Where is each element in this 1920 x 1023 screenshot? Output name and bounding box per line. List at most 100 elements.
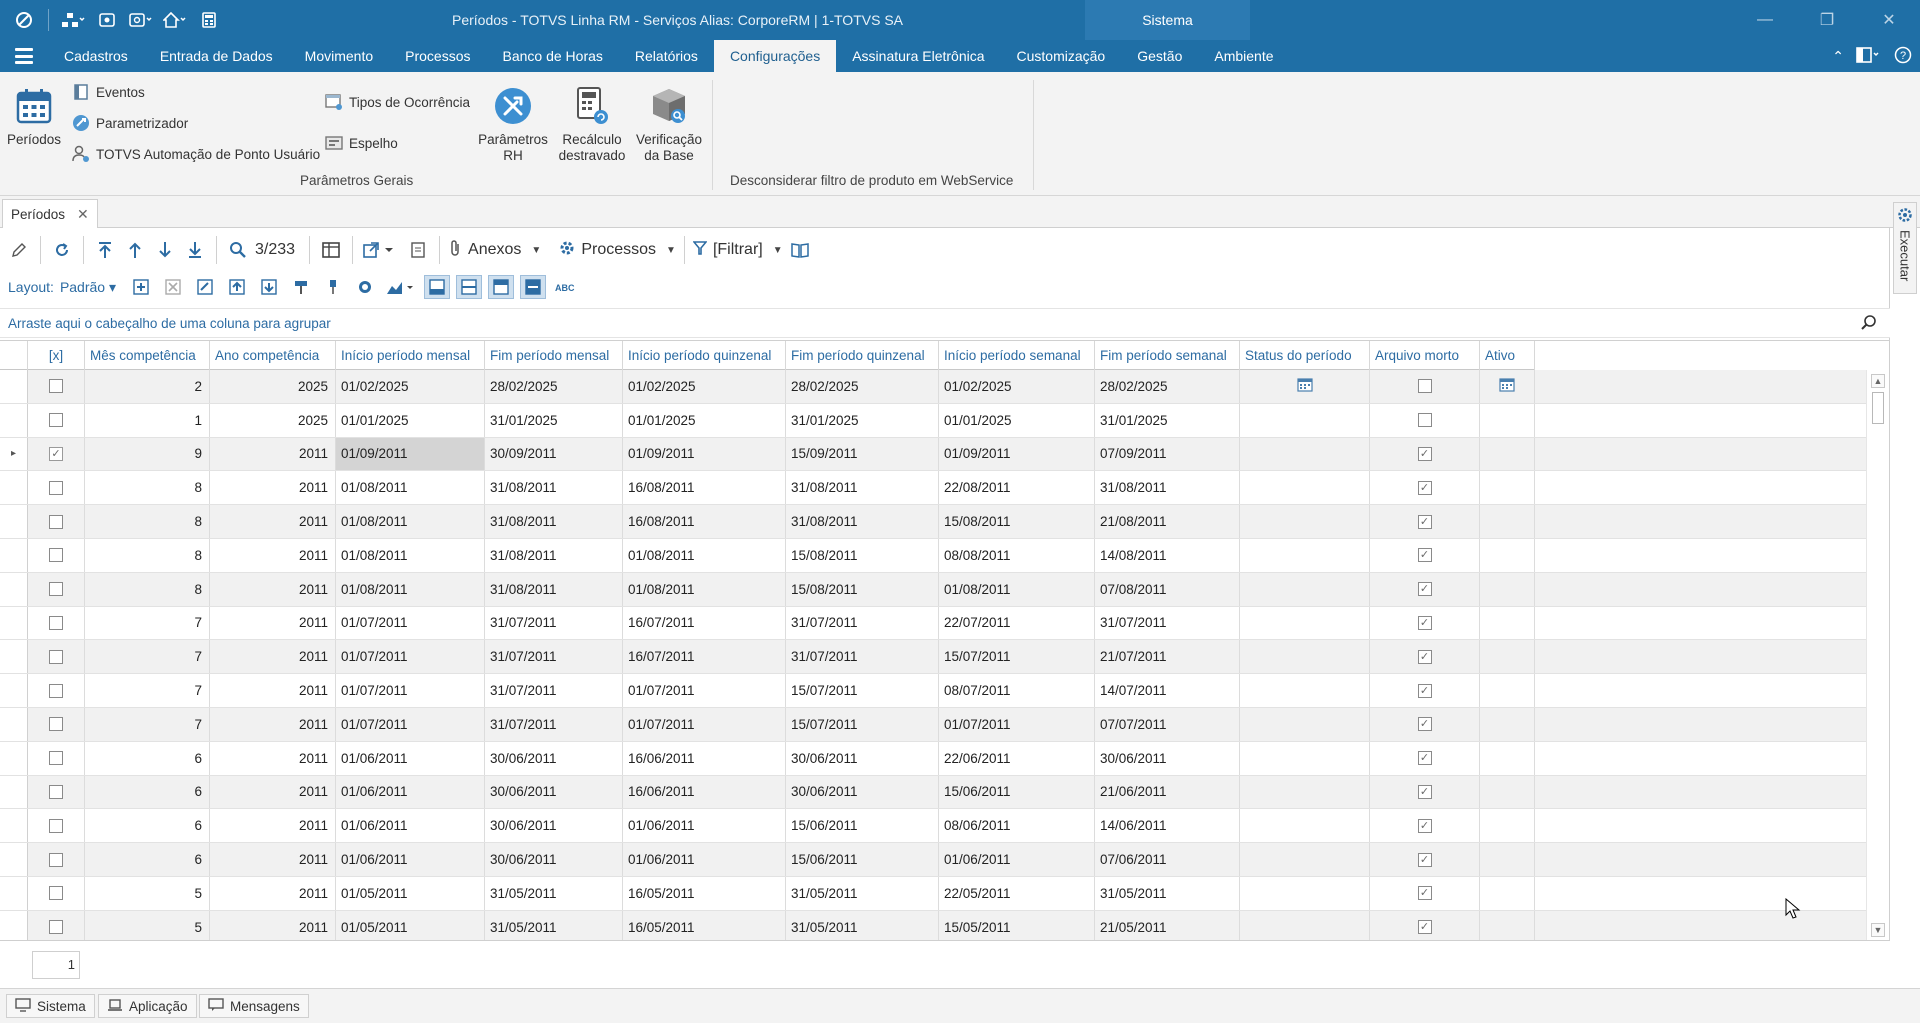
table-row[interactable]: 7 2011 01/07/2011 31/07/2011 01/07/2011 15/07… bbox=[0, 707, 1866, 742]
add-layout-icon[interactable] bbox=[128, 275, 154, 299]
table-row[interactable]: 8 2011 01/08/2011 31/08/2011 01/08/2011 15/08… bbox=[0, 572, 1866, 607]
row-select-checkbox[interactable] bbox=[49, 717, 63, 732]
row-indicator[interactable] bbox=[0, 843, 28, 876]
layout-middle-icon[interactable] bbox=[520, 275, 547, 299]
cell-arquivo-morto[interactable]: ✓ bbox=[1370, 674, 1480, 707]
arquivo-morto-checkbox[interactable]: ✓ bbox=[1417, 818, 1432, 833]
row-select-checkbox[interactable] bbox=[49, 379, 63, 394]
row-indicator[interactable] bbox=[0, 674, 28, 707]
column-header-ano-competencia[interactable]: Ano competência bbox=[210, 341, 336, 370]
scroll-up-icon[interactable]: ▲ bbox=[1871, 374, 1885, 388]
column-header-inicio-quinzenal[interactable]: Início período quinzenal bbox=[623, 341, 786, 370]
arquivo-morto-checkbox[interactable]: ✓ bbox=[1417, 717, 1432, 732]
cell-arquivo-morto[interactable]: ✓ bbox=[1370, 843, 1480, 876]
tab-cadastros[interactable]: Cadastros bbox=[48, 40, 144, 72]
search-icon[interactable] bbox=[225, 237, 251, 263]
row-select-checkbox[interactable] bbox=[49, 615, 63, 630]
arquivo-morto-checkbox[interactable]: ✓ bbox=[1417, 582, 1432, 597]
arquivo-morto-checkbox[interactable]: ✓ bbox=[1417, 480, 1432, 495]
row-indicator[interactable] bbox=[0, 370, 28, 403]
import-layout-icon[interactable] bbox=[224, 275, 250, 299]
cell-inicio-mensal[interactable]: 01/02/2025 bbox=[336, 370, 485, 403]
help-icon[interactable]: ? bbox=[1894, 46, 1912, 67]
processos-dropdown[interactable]: Processos ▼ bbox=[559, 240, 676, 261]
arquivo-morto-checkbox[interactable]: ✓ bbox=[1417, 751, 1432, 766]
layout-top-icon[interactable] bbox=[488, 275, 515, 299]
group-caption-webservice[interactable]: Desconsiderar filtro de produto em WebSe… bbox=[730, 173, 1013, 188]
tab-customizacao[interactable]: Customização bbox=[1001, 40, 1122, 72]
row-select-checkbox[interactable] bbox=[49, 413, 63, 428]
automacao-ponto-button[interactable]: TOTVS Automação de Ponto Usuário bbox=[72, 145, 320, 163]
cell-arquivo-morto[interactable]: ✓ bbox=[1370, 775, 1480, 809]
select-cell[interactable] bbox=[28, 910, 85, 940]
table-row[interactable]: 5 2011 01/05/2011 31/05/2011 16/05/2011 31/05… bbox=[0, 910, 1866, 940]
paint-icon[interactable] bbox=[288, 275, 314, 299]
anexos-dropdown[interactable]: Anexos ▼ bbox=[448, 239, 541, 262]
select-cell[interactable] bbox=[28, 809, 85, 843]
column-header-select[interactable]: [x] bbox=[28, 341, 85, 370]
row-indicator[interactable] bbox=[0, 572, 28, 606]
table-row[interactable]: 5 2011 01/05/2011 31/05/2011 16/05/2011 31/05… bbox=[0, 876, 1866, 911]
cell-arquivo-morto[interactable]: ✓ bbox=[1370, 910, 1480, 940]
row-indicator[interactable] bbox=[0, 403, 28, 437]
select-cell[interactable] bbox=[28, 370, 85, 403]
column-header-fim-semanal[interactable]: Fim período semanal bbox=[1095, 341, 1240, 370]
row-indicator[interactable] bbox=[0, 775, 28, 809]
cell-arquivo-morto[interactable]: ✓ bbox=[1370, 471, 1480, 505]
row-indicator[interactable] bbox=[0, 538, 28, 572]
table-row[interactable]: 6 2011 01/06/2011 30/06/2011 01/06/2011 15/06… bbox=[0, 843, 1866, 877]
arquivo-morto-checkbox[interactable]: ✓ bbox=[1417, 514, 1432, 529]
cell-inicio-mensal[interactable]: 01/06/2011 bbox=[336, 775, 485, 809]
export-dropdown-icon[interactable] bbox=[361, 237, 401, 263]
arquivo-morto-checkbox[interactable]: ✓ bbox=[1417, 852, 1432, 867]
cell-inicio-mensal[interactable]: 01/05/2011 bbox=[336, 910, 485, 940]
cell-inicio-mensal[interactable]: 01/07/2011 bbox=[336, 606, 485, 640]
tab-ambiente[interactable]: Ambiente bbox=[1198, 40, 1289, 72]
table-row[interactable]: 8 2011 01/08/2011 31/08/2011 16/08/2011 31/08… bbox=[0, 505, 1866, 539]
arquivo-morto-checkbox[interactable] bbox=[1417, 379, 1432, 394]
arquivo-morto-checkbox[interactable] bbox=[1417, 413, 1432, 428]
cell-arquivo-morto[interactable]: ✓ bbox=[1370, 707, 1480, 741]
select-cell[interactable] bbox=[28, 640, 85, 674]
cell-inicio-mensal[interactable]: 01/01/2025 bbox=[336, 403, 485, 437]
group-by-area[interactable]: Arraste aqui o cabeçalho de uma coluna p… bbox=[0, 308, 1890, 338]
table-row[interactable]: 6 2011 01/06/2011 30/06/2011 16/06/2011 30/06… bbox=[0, 741, 1866, 776]
cell-inicio-mensal[interactable]: 01/07/2011 bbox=[336, 707, 485, 741]
tab-configuracoes[interactable]: Configurações bbox=[713, 40, 837, 72]
cell-arquivo-morto[interactable]: ✓ bbox=[1370, 809, 1480, 843]
table-row[interactable]: 7 2011 01/07/2011 31/07/2011 16/07/2011 31/07… bbox=[0, 606, 1866, 641]
collapse-ribbon-icon[interactable]: ⌃ bbox=[1832, 48, 1844, 65]
row-select-checkbox[interactable]: ✓ bbox=[49, 446, 63, 461]
row-select-checkbox[interactable] bbox=[49, 920, 63, 935]
table-row[interactable]: 7 2011 01/07/2011 31/07/2011 16/07/2011 31/07… bbox=[0, 640, 1866, 675]
table-row[interactable]: 6 2011 01/06/2011 30/06/2011 16/06/2011 30/06… bbox=[0, 775, 1866, 810]
delete-layout-icon[interactable] bbox=[160, 275, 186, 299]
previous-record-icon[interactable] bbox=[122, 237, 148, 263]
cell-arquivo-morto[interactable]: ✓ bbox=[1370, 876, 1480, 910]
cell-inicio-mensal[interactable]: 01/08/2011 bbox=[336, 572, 485, 606]
column-header-inicio-semanal[interactable]: Início período semanal bbox=[939, 341, 1095, 370]
tipos-ocorrencia-button[interactable]: Tipos de Ocorrência bbox=[325, 93, 470, 111]
cell-arquivo-morto[interactable]: ✓ bbox=[1370, 640, 1480, 674]
select-cell[interactable] bbox=[28, 606, 85, 640]
row-indicator[interactable] bbox=[0, 910, 28, 940]
table-row[interactable]: 7 2011 01/07/2011 31/07/2011 01/07/2011 15/07… bbox=[0, 674, 1866, 708]
select-cell[interactable] bbox=[28, 741, 85, 775]
row-indicator[interactable] bbox=[0, 876, 28, 910]
cell-inicio-mensal[interactable]: 01/06/2011 bbox=[336, 843, 485, 876]
row-select-checkbox[interactable] bbox=[49, 818, 63, 833]
row-select-checkbox[interactable] bbox=[49, 548, 63, 563]
scroll-thumb[interactable] bbox=[1872, 392, 1884, 424]
row-select-checkbox[interactable] bbox=[49, 514, 63, 529]
export-layout-icon[interactable] bbox=[256, 275, 282, 299]
arquivo-morto-checkbox[interactable]: ✓ bbox=[1417, 615, 1432, 630]
table-row[interactable]: 8 2011 01/08/2011 31/08/2011 01/08/2011 15/08… bbox=[0, 538, 1866, 573]
parametros-rh-button[interactable]: Parâmetros RH bbox=[474, 84, 552, 164]
verificacao-base-button[interactable]: Verificação da Base bbox=[632, 84, 706, 164]
row-indicator[interactable] bbox=[0, 707, 28, 741]
book-icon[interactable] bbox=[787, 237, 813, 263]
select-cell[interactable] bbox=[28, 471, 85, 505]
eventos-button[interactable]: Eventos bbox=[72, 83, 145, 101]
layout-bottom-icon[interactable] bbox=[424, 275, 451, 299]
tab-entrada-de-dados[interactable]: Entrada de Dados bbox=[144, 40, 289, 72]
